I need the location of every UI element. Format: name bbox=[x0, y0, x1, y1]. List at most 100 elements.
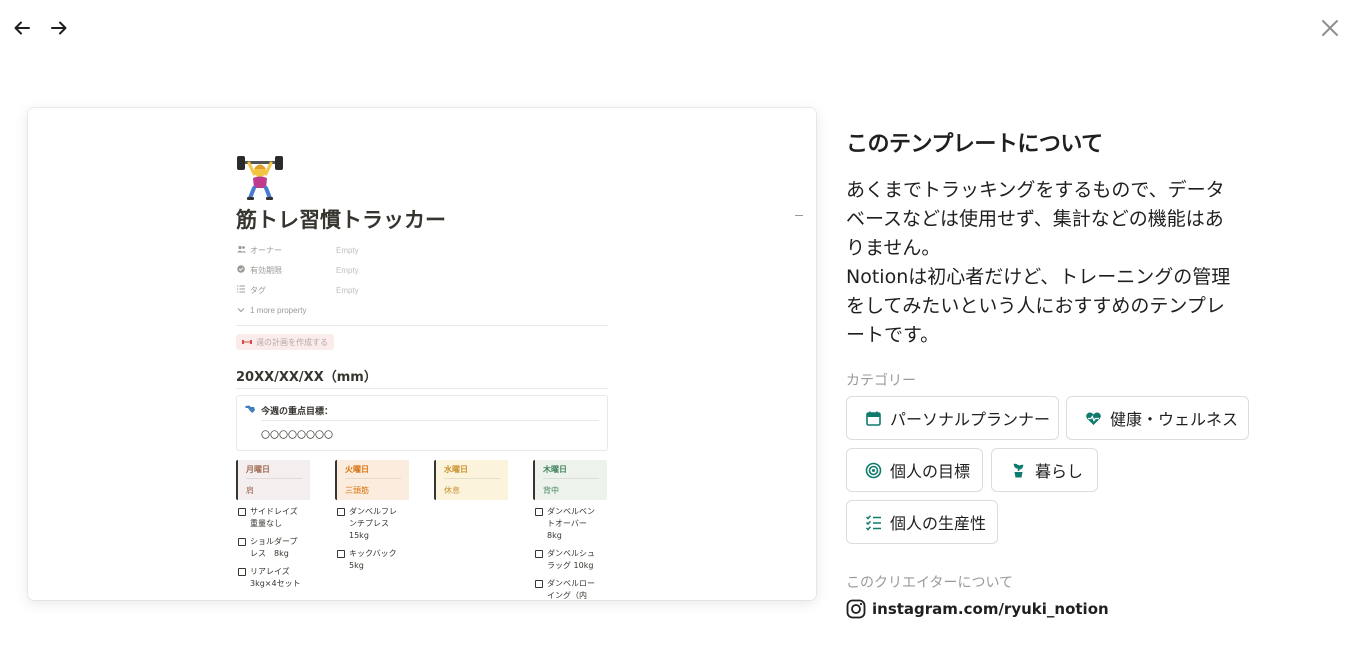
plant-icon bbox=[1013, 463, 1024, 477]
todo-item: ダンベルベン トオーバー 8kg bbox=[533, 506, 607, 542]
property-name: オーナー bbox=[250, 245, 282, 255]
creator-instagram-link[interactable]: instagram.com/ryuki_notion bbox=[846, 598, 1109, 620]
creator-label: このクリエイターについて bbox=[846, 575, 1014, 591]
back-button[interactable] bbox=[8, 14, 36, 42]
callout-title: 今週の重点目標： bbox=[261, 407, 334, 417]
todo-text: 8kg bbox=[547, 531, 562, 540]
more-property-toggle[interactable]: 1 more property bbox=[236, 302, 608, 318]
close-icon bbox=[1322, 20, 1338, 36]
todo-text: 3kg×4セット bbox=[250, 579, 301, 588]
about-title: このテンプレートについて bbox=[846, 132, 1103, 157]
divider bbox=[236, 325, 608, 326]
category-personal-goals[interactable]: 個人の目標 bbox=[846, 448, 983, 492]
category-personal-planner[interactable]: パーソナルプランナー bbox=[846, 396, 1059, 440]
checkbox[interactable] bbox=[337, 508, 345, 516]
day-focus: 三頭筋 bbox=[345, 486, 369, 495]
todo-item: サイドレイズ 重量なし bbox=[236, 506, 310, 530]
day-card[interactable]: 火曜日 三頭筋 bbox=[335, 460, 409, 500]
create-weekly-plan-label: 週の計画を作成する bbox=[256, 337, 328, 347]
todo-item: ダンベルフレ ンチプレス 15kg bbox=[335, 506, 409, 542]
dumbbell-icon bbox=[242, 338, 252, 347]
target-icon bbox=[865, 462, 882, 478]
category-personal-productivity[interactable]: 個人の生産性 bbox=[846, 500, 998, 544]
todo-text: トオーバー bbox=[547, 519, 587, 528]
template-preview[interactable]: 筋トレ習慣トラッカー オーナー Empty 有効期限 Empty タグ Empt… bbox=[28, 108, 816, 600]
day-focus: 休息 bbox=[444, 486, 460, 495]
category-label: パーソナルプランナー bbox=[890, 410, 1051, 429]
day-column-wednesday: 水曜日 休息 bbox=[434, 460, 508, 500]
property-value[interactable]: Empty bbox=[336, 286, 359, 295]
arrow-right-icon bbox=[51, 21, 67, 35]
divider bbox=[236, 388, 608, 389]
property-value[interactable]: Empty bbox=[336, 266, 359, 275]
todo-text: ダンベルロー bbox=[547, 579, 595, 588]
todo-item: ショルダープ レス 8kg bbox=[236, 536, 310, 560]
people-icon bbox=[236, 245, 246, 255]
todo-text: 重量なし bbox=[250, 519, 282, 528]
day-column-thursday: 木曜日 背中 ダンベルベン トオーバー 8kg ダンベルシュ ラッグ 10kg ダンベ… bbox=[533, 460, 607, 600]
create-weekly-plan-button[interactable]: 週の計画を作成する bbox=[236, 334, 334, 350]
description-line: をしてみたいという人におすすめのテンプレ bbox=[846, 295, 1225, 317]
day-card[interactable]: 水曜日 休息 bbox=[434, 460, 508, 500]
divider bbox=[444, 478, 500, 479]
day-card[interactable]: 月曜日 肩 bbox=[236, 460, 310, 500]
more-property-label: 1 more property bbox=[250, 305, 307, 315]
top-navigation bbox=[0, 0, 1362, 60]
description-line: りません。 bbox=[846, 237, 941, 259]
close-button[interactable] bbox=[1316, 14, 1344, 42]
property-owner: オーナー Empty bbox=[236, 242, 608, 258]
property-tags: タグ Empty bbox=[236, 282, 608, 298]
property-name: タグ bbox=[250, 285, 266, 295]
todo-text: ダンベルベン bbox=[547, 507, 595, 516]
category-label: 個人の生産性 bbox=[890, 514, 987, 533]
forward-button[interactable] bbox=[45, 14, 73, 42]
checkbox[interactable] bbox=[337, 550, 345, 558]
day-name: 火曜日 bbox=[345, 465, 369, 474]
category-label: 健康・ウェルネス bbox=[1110, 410, 1239, 429]
description-line: Notionは初心者だけど、トレーニングの管理 bbox=[846, 266, 1231, 288]
todo-text: リアレイズ bbox=[250, 567, 290, 576]
flexed-arm-icon bbox=[245, 405, 255, 413]
property-expiry: 有効期限 Empty bbox=[236, 262, 608, 278]
category-health-wellness[interactable]: 健康・ウェルネス bbox=[1066, 396, 1249, 440]
description-line: ートです。 bbox=[846, 324, 940, 346]
day-focus: 肩 bbox=[246, 486, 254, 495]
todo-item: ダンベルロー イング（内 bbox=[533, 578, 607, 600]
checkbox[interactable] bbox=[535, 508, 543, 516]
preview-page-title: 筋トレ習慣トラッカー bbox=[236, 208, 446, 232]
day-focus: 背中 bbox=[543, 486, 559, 495]
day-name: 月曜日 bbox=[246, 465, 270, 474]
calendar-icon bbox=[866, 411, 881, 426]
status-icon bbox=[236, 265, 246, 275]
todo-text: サイドレイズ bbox=[250, 507, 298, 516]
todo-text: イング（内 bbox=[547, 591, 587, 600]
weekly-goal-callout: 今週の重点目標： 〇〇〇〇〇〇〇〇 bbox=[236, 395, 608, 451]
description-line: あくまでトラッキングをするもので、データ bbox=[846, 179, 1225, 201]
todo-item: リアレイズ 3kg×4セット bbox=[236, 566, 310, 590]
todo-text: 5kg bbox=[349, 561, 364, 570]
description-line: ベースなどは使用せず、集計などの機能はあ bbox=[846, 208, 1224, 230]
divider bbox=[345, 478, 401, 479]
chevron-down-icon bbox=[236, 306, 246, 315]
category-living[interactable]: 暮らし bbox=[991, 448, 1098, 492]
checkbox[interactable] bbox=[238, 508, 246, 516]
divider bbox=[261, 420, 599, 421]
checkbox[interactable] bbox=[535, 580, 543, 588]
category-label: 個人の目標 bbox=[890, 462, 971, 481]
day-card[interactable]: 木曜日 背中 bbox=[533, 460, 607, 500]
todo-text: ラッグ 10kg bbox=[547, 561, 594, 570]
divider bbox=[246, 478, 302, 479]
todo-item: ダンベルシュ ラッグ 10kg bbox=[533, 548, 607, 572]
callout-body: 〇〇〇〇〇〇〇〇 bbox=[261, 431, 334, 441]
category-label: 暮らし bbox=[1035, 462, 1084, 481]
day-column-monday: 月曜日 肩 サイドレイズ 重量なし ショルダープ レス 8kg リアレイズ 3kg×4… bbox=[236, 460, 310, 590]
day-column-tuesday: 火曜日 三頭筋 ダンベルフレ ンチプレス 15kg キックバック 5kg bbox=[335, 460, 409, 572]
property-value[interactable]: Empty bbox=[336, 246, 359, 255]
checkbox[interactable] bbox=[238, 538, 246, 546]
todo-text: 15kg bbox=[349, 531, 369, 540]
checkbox[interactable] bbox=[535, 550, 543, 558]
divider bbox=[543, 478, 599, 479]
person-lifting-weights-emoji bbox=[237, 156, 283, 200]
checkbox[interactable] bbox=[238, 568, 246, 576]
todo-text: キックバック bbox=[349, 549, 397, 558]
